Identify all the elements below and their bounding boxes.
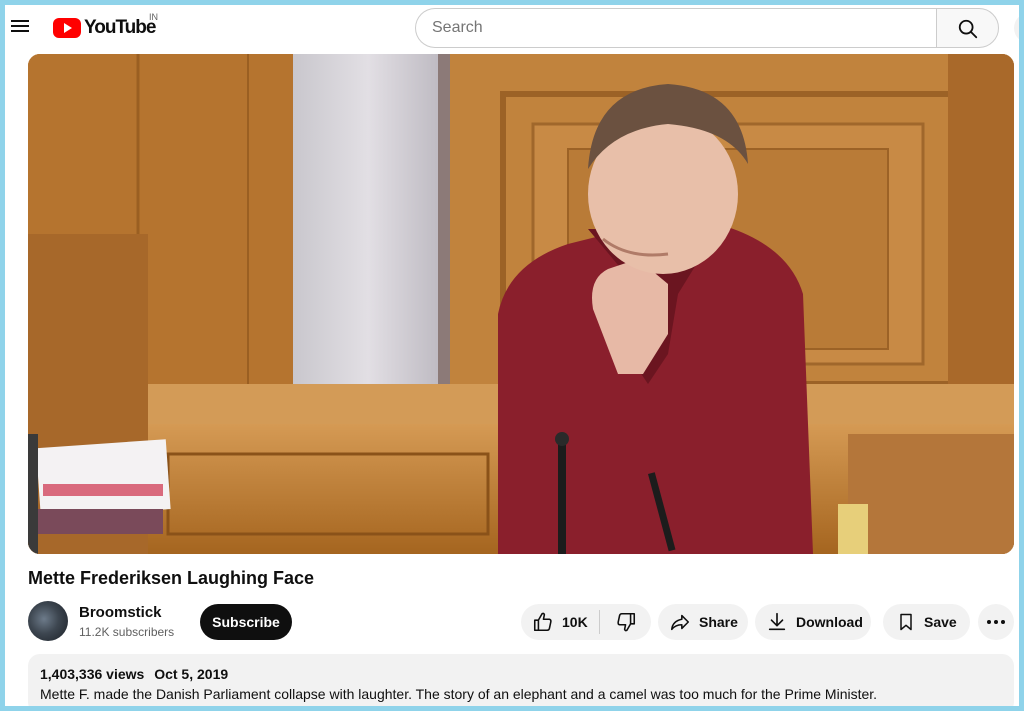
search-button[interactable] (936, 8, 999, 48)
download-icon (768, 612, 786, 631)
description-box[interactable]: 1,403,336 views Oct 5, 2019 Mette F. mad… (28, 654, 1014, 706)
thumbs-up-icon (533, 612, 552, 632)
youtube-logo[interactable]: YouTube IN (53, 12, 158, 40)
more-actions-button[interactable] (978, 604, 1014, 640)
view-count: 1,403,336 views (40, 666, 145, 682)
video-player[interactable] (28, 54, 1014, 554)
subscriber-count: 11.2K subscribers (79, 625, 175, 639)
voice-search-button[interactable] (1014, 13, 1019, 43)
search-input[interactable] (416, 9, 938, 47)
channel-avatar[interactable] (28, 601, 68, 641)
subscribe-button[interactable]: Subscribe (200, 604, 292, 640)
download-button[interactable]: Download (755, 604, 871, 640)
dislike-button[interactable] (600, 604, 651, 640)
share-label: Share (699, 614, 738, 630)
search-box (415, 8, 938, 48)
bookmark-icon (900, 613, 912, 631)
download-label: Download (796, 614, 863, 630)
youtube-window: YouTube IN Search Mette Frederiksen Laug… (5, 5, 1019, 706)
country-code: IN (149, 12, 158, 22)
save-button[interactable]: Save (883, 604, 970, 640)
like-button[interactable]: 10K (521, 604, 599, 640)
share-arrow-icon (670, 614, 690, 631)
search-icon (958, 19, 978, 39)
youtube-play-logo-icon (53, 18, 81, 38)
hamburger-menu-icon[interactable] (9, 17, 31, 37)
logo-text: YouTube (84, 17, 156, 38)
like-dislike-group: 10K (521, 604, 651, 640)
save-label: Save (924, 614, 957, 630)
upload-date: Oct 5, 2019 (154, 666, 229, 682)
masthead: YouTube IN (5, 5, 1019, 51)
channel-name[interactable]: Broomstick (79, 604, 162, 621)
description-meta: 1,403,336 views Oct 5, 2019 (40, 666, 1002, 682)
video-title: Mette Frederiksen Laughing Face (28, 568, 315, 588)
share-button[interactable]: Share (658, 604, 748, 640)
like-count: 10K (562, 614, 588, 630)
video-frame (28, 54, 1014, 554)
more-horizontal-icon (987, 620, 991, 624)
description-text: Mette F. made the Danish Parliament coll… (40, 686, 878, 702)
thumbs-down-icon (616, 612, 635, 632)
